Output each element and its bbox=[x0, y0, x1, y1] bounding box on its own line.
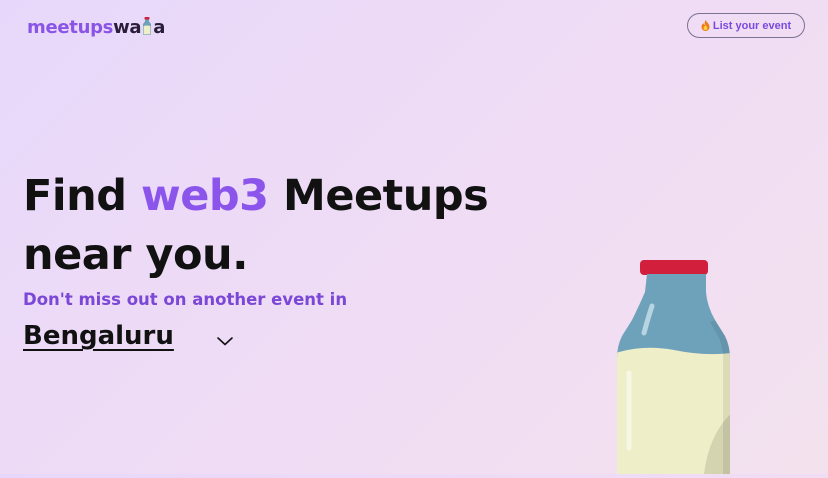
list-your-event-button[interactable]: List your event bbox=[687, 13, 805, 38]
logo-text-meetups: meetups bbox=[27, 16, 114, 38]
selected-city: Bengaluru bbox=[23, 321, 174, 351]
hero-title-accent: web3 bbox=[140, 171, 269, 221]
hero-title-suffix: Meetups bbox=[268, 171, 489, 221]
chevron-down-icon bbox=[216, 332, 234, 346]
hero-title-prefix: Find bbox=[23, 171, 141, 221]
city-dropdown[interactable]: Bengaluru bbox=[23, 320, 238, 360]
logo[interactable]: meetups wa a bbox=[27, 14, 165, 40]
milk-bottle-illustration bbox=[612, 258, 738, 474]
list-your-event-label: List your event bbox=[712, 19, 792, 32]
hero-title-line2: near you. bbox=[23, 230, 249, 280]
hero-subtitle: Don't miss out on another event in bbox=[23, 290, 348, 309]
milk-bottle-icon bbox=[142, 17, 152, 35]
hero-title: Find web3 Meetups near you. bbox=[23, 167, 543, 285]
fire-icon bbox=[701, 20, 710, 31]
logo-text-a: a bbox=[153, 16, 166, 38]
logo-text-wa: wa bbox=[113, 16, 142, 38]
